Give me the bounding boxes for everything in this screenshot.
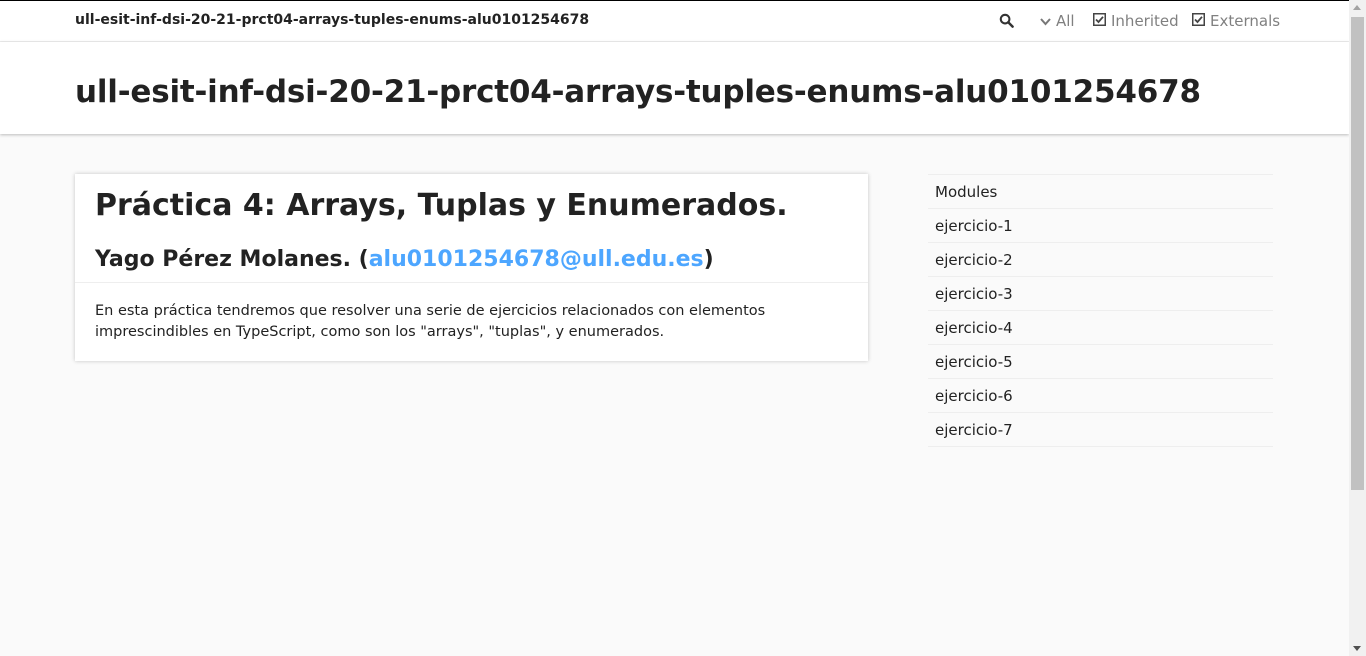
scrollbar-thumb[interactable] xyxy=(1351,17,1364,490)
filter-all-label: All xyxy=(1056,12,1075,30)
toolbar: ull-esit-inf-dsi-20-21-prct04-arrays-tup… xyxy=(0,0,1349,42)
nav-item-ejercicio-4[interactable]: ejercicio-4 xyxy=(928,311,1273,345)
modules-nav: Modules ejercicio-1 ejercicio-2 ejercici… xyxy=(928,174,1273,447)
page-header: ull-esit-inf-dsi-20-21-prct04-arrays-tup… xyxy=(0,42,1349,134)
nav-item-ejercicio-7[interactable]: ejercicio-7 xyxy=(928,413,1273,447)
content-panel: Práctica 4: Arrays, Tuplas y Enumerados.… xyxy=(75,174,868,361)
inherited-toggle[interactable]: Inherited xyxy=(1093,12,1179,30)
content-heading: Práctica 4: Arrays, Tuplas y Enumerados. xyxy=(95,188,788,223)
page-title: ull-esit-inf-dsi-20-21-prct04-arrays-tup… xyxy=(75,74,1201,110)
inherited-label: Inherited xyxy=(1111,12,1179,30)
author-name: Yago Pérez Molanes. ( xyxy=(95,247,369,272)
search-icon[interactable] xyxy=(999,13,1017,31)
scroll-down-arrow-icon[interactable] xyxy=(1353,646,1361,651)
nav-item-ejercicio-1[interactable]: ejercicio-1 xyxy=(928,209,1273,243)
nav-item-ejercicio-6[interactable]: ejercicio-6 xyxy=(928,379,1273,413)
checkbox-checked-icon xyxy=(1192,12,1205,30)
checkbox-checked-icon xyxy=(1093,12,1106,30)
filter-all-select[interactable]: All xyxy=(1040,12,1075,30)
divider xyxy=(75,282,868,283)
chevron-down-icon xyxy=(1040,12,1051,30)
description-text: En esta práctica tendremos que resolver … xyxy=(95,303,766,340)
nav-item-modules[interactable]: Modules xyxy=(928,175,1273,209)
vertical-scrollbar[interactable] xyxy=(1349,0,1366,656)
author-line: Yago Pérez Molanes. (alu0101254678@ull.e… xyxy=(95,247,714,272)
externals-toggle[interactable]: Externals xyxy=(1192,12,1280,30)
nav-item-ejercicio-2[interactable]: ejercicio-2 xyxy=(928,243,1273,277)
scroll-up-arrow-icon[interactable] xyxy=(1353,5,1361,10)
nav-item-ejercicio-3[interactable]: ejercicio-3 xyxy=(928,277,1273,311)
nav-item-ejercicio-5[interactable]: ejercicio-5 xyxy=(928,345,1273,379)
author-suffix: ) xyxy=(703,247,714,272)
externals-label: Externals xyxy=(1210,12,1281,30)
brand-link[interactable]: ull-esit-inf-dsi-20-21-prct04-arrays-tup… xyxy=(75,12,589,28)
author-email-link[interactable]: alu0101254678@ull.edu.es xyxy=(369,247,704,272)
